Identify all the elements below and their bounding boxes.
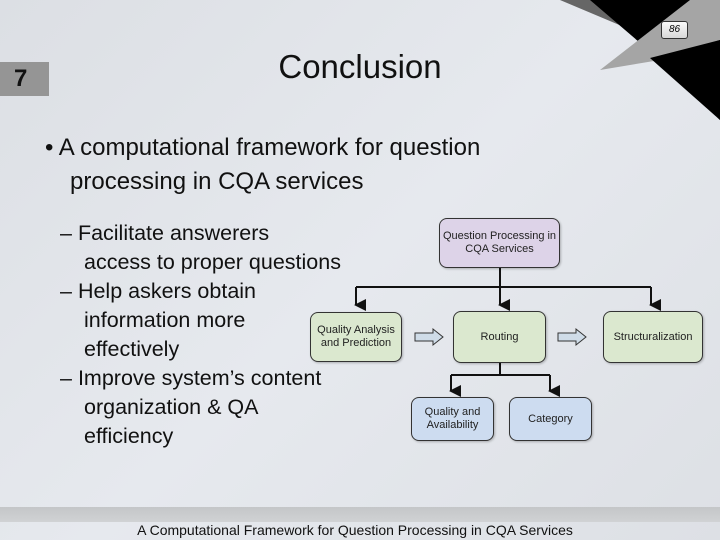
node-quality-analysis: Quality Analysis and Prediction	[310, 312, 402, 362]
slide: 86 7 Conclusion • A computational framew…	[0, 0, 720, 540]
block-arrow-icon	[414, 327, 444, 347]
node-quality-availability: Quality and Availability	[411, 397, 494, 441]
node-root: Question Processing in CQA Services	[439, 218, 560, 268]
footer-text: A Computational Framework for Question P…	[137, 522, 573, 538]
footer-band	[0, 507, 720, 522]
node-category: Category	[509, 397, 592, 441]
node-routing: Routing	[453, 311, 546, 363]
node-structuralization: Structuralization	[603, 311, 703, 363]
diagram-connectors	[354, 268, 661, 397]
block-arrow-icon	[557, 327, 587, 347]
